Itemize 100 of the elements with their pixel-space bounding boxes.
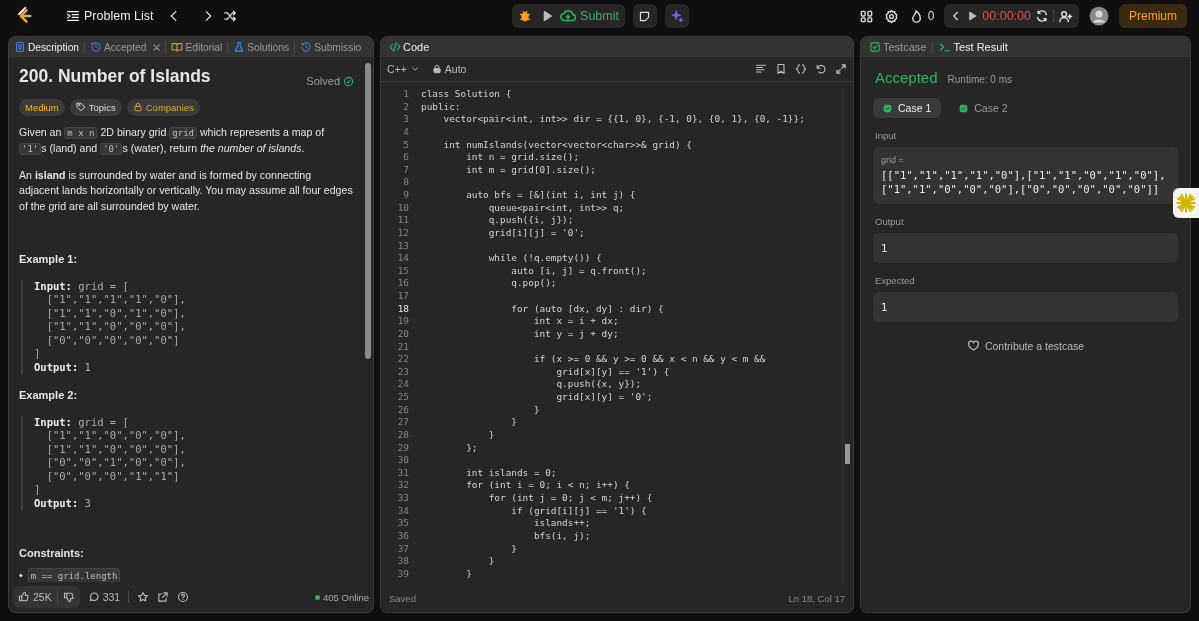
avatar-icon[interactable] bbox=[1089, 6, 1109, 26]
add-user-icon[interactable] bbox=[1058, 8, 1073, 24]
scrollbar-thumb[interactable] bbox=[845, 444, 850, 464]
online-count: 405 Online bbox=[315, 591, 369, 603]
panel-tab[interactable]: Solutions bbox=[231, 37, 292, 57]
chevron-down-icon bbox=[409, 64, 420, 74]
difficulty-badge: Medium bbox=[19, 98, 65, 116]
braces-icon[interactable] bbox=[795, 63, 807, 75]
line-number: 28 bbox=[396, 428, 409, 442]
bookmark-icon[interactable] bbox=[775, 63, 787, 75]
mode-button[interactable]: Auto bbox=[431, 63, 467, 75]
expand-icon[interactable] bbox=[835, 63, 847, 75]
panel-tab[interactable]: Editorial bbox=[169, 37, 225, 57]
code-line: int islands = 0; bbox=[465, 466, 557, 480]
line-number: 23 bbox=[396, 365, 409, 379]
note-icon[interactable] bbox=[638, 9, 652, 23]
code-line: queue<pair<int, int>> q; bbox=[487, 201, 625, 215]
problem-list-button[interactable]: Problem List bbox=[60, 4, 160, 28]
line-number: 34 bbox=[396, 504, 409, 518]
panel-tab[interactable]: Test Result bbox=[937, 37, 1010, 57]
code-line: int y = j + dy; bbox=[532, 327, 619, 341]
star-icon[interactable] bbox=[137, 591, 150, 603]
input-label: Input bbox=[875, 130, 898, 141]
code-line: auto bfs = [&](int i, int j) { bbox=[465, 189, 636, 202]
code-line: islands++; bbox=[532, 517, 591, 530]
line-number: 20 bbox=[396, 327, 409, 341]
code-line: int n = grid.size(); bbox=[465, 151, 580, 164]
submit-button[interactable]: Submit bbox=[554, 4, 625, 28]
help-icon[interactable] bbox=[177, 591, 190, 603]
code-line: int m = grid[0].size(); bbox=[465, 163, 596, 177]
code-line: } bbox=[510, 542, 517, 556]
code-line: }; bbox=[465, 441, 478, 455]
layout-icon[interactable] bbox=[858, 8, 874, 24]
code-icon bbox=[389, 41, 401, 53]
close-icon[interactable] bbox=[151, 41, 163, 53]
description-paragraph: Given an m x n 2D binary grid grid which represents a map of '1' s (land) and '0' s (water), return the number of islands. bbox=[19, 124, 326, 157]
code-line: auto [i, j] = q.front(); bbox=[510, 264, 647, 278]
line-number: 32 bbox=[396, 479, 409, 492]
timer-display: 00:00:00 bbox=[982, 9, 1031, 23]
reset-icon[interactable] bbox=[1035, 9, 1049, 23]
code-line: } bbox=[510, 416, 517, 429]
list-icon bbox=[66, 9, 80, 23]
thumbs-down-icon[interactable] bbox=[62, 591, 75, 603]
panel-tab[interactable]: Description bbox=[12, 37, 81, 57]
case-tab[interactable]: Case 2 bbox=[949, 98, 1018, 118]
language-dropdown[interactable]: C++ bbox=[387, 63, 420, 75]
line-number: 12 bbox=[396, 226, 409, 240]
cloud-upload-icon bbox=[560, 8, 577, 24]
check-circle-icon bbox=[343, 76, 354, 88]
premium-button[interactable]: Premium bbox=[1119, 4, 1187, 28]
tag-button[interactable]: Topics bbox=[69, 98, 122, 116]
settings-icon[interactable] bbox=[883, 8, 899, 24]
sparkle-icon[interactable] bbox=[669, 9, 684, 23]
case-tab[interactable]: Case 1 bbox=[873, 98, 942, 118]
code-line: grid[x][y] == '1') { bbox=[555, 365, 670, 379]
input-box: grid = [["1","1","1","1","0"],["1","1","0","1","0"],["1","1","0","0","0"],["0","0","0","0","0"]] bbox=[873, 147, 1178, 204]
check-square-icon bbox=[959, 103, 969, 113]
runtime-text: Runtime: 0 ms bbox=[947, 74, 1012, 85]
code-line: q.push({x, y}); bbox=[555, 378, 642, 391]
shuffle-icon[interactable] bbox=[223, 9, 238, 23]
line-number: 30 bbox=[396, 454, 409, 467]
output-box: 1 bbox=[873, 233, 1178, 263]
bug-icon[interactable] bbox=[518, 9, 533, 23]
line-number: 33 bbox=[396, 492, 409, 505]
comments-button[interactable]: 331 bbox=[87, 591, 121, 603]
line-number: 19 bbox=[396, 315, 409, 328]
history-icon bbox=[300, 41, 313, 53]
code-line: } bbox=[487, 428, 495, 442]
code-line: for (auto [dx, dy] : dir) { bbox=[510, 302, 664, 316]
panel-tab[interactable]: Testcase bbox=[867, 37, 929, 57]
thumbs-up-icon bbox=[18, 591, 30, 603]
bullet: • bbox=[19, 567, 23, 582]
code-line: public: bbox=[421, 100, 461, 114]
undo-icon[interactable] bbox=[815, 63, 827, 75]
example-block: Input: grid = [ ["1","1","1","1","0"], ["1","1","0","1","0"], ["1","1","0","0","0"], ["0","0","0","0","0"] ] Output: 1 bbox=[21, 279, 354, 374]
panel-tab[interactable]: Accepted bbox=[87, 37, 149, 57]
code-line: int x = i + dx; bbox=[532, 315, 619, 328]
format-icon[interactable] bbox=[755, 63, 767, 75]
tag-icon bbox=[75, 102, 86, 112]
share-icon[interactable] bbox=[157, 591, 170, 603]
line-number: 31 bbox=[396, 466, 409, 480]
line-number: 3 bbox=[402, 113, 409, 126]
code-line: grid[x][y] = '0'; bbox=[555, 391, 653, 404]
streak-count: 0 bbox=[927, 9, 935, 23]
output-label: Output bbox=[875, 216, 905, 227]
code-line: for (int j = 0; j < m; j++) { bbox=[487, 492, 653, 505]
line-number: 18 bbox=[396, 302, 409, 316]
terminal-icon bbox=[939, 41, 952, 53]
panel-tab[interactable]: Code bbox=[387, 37, 432, 57]
play-icon[interactable] bbox=[966, 10, 979, 22]
contribute-testcase-link[interactable]: Contribute a testcase bbox=[960, 338, 1091, 353]
heart-icon bbox=[966, 339, 980, 352]
scrollbar-thumb[interactable] bbox=[365, 63, 371, 359]
code-line: while (!q.empty()) { bbox=[487, 252, 602, 265]
panel-tab[interactable]: Submissio bbox=[298, 37, 364, 57]
code-line: if (grid[i][j] == '1') { bbox=[510, 504, 647, 518]
code-line: vector<pair<int, int>> dir = {{1, 0}, {-1, 0}, {0, 1}, {0, -1}}; bbox=[442, 113, 805, 126]
tag-button[interactable]: Companies bbox=[126, 98, 200, 116]
line-number: 4 bbox=[402, 125, 409, 139]
flask-icon bbox=[233, 41, 246, 53]
